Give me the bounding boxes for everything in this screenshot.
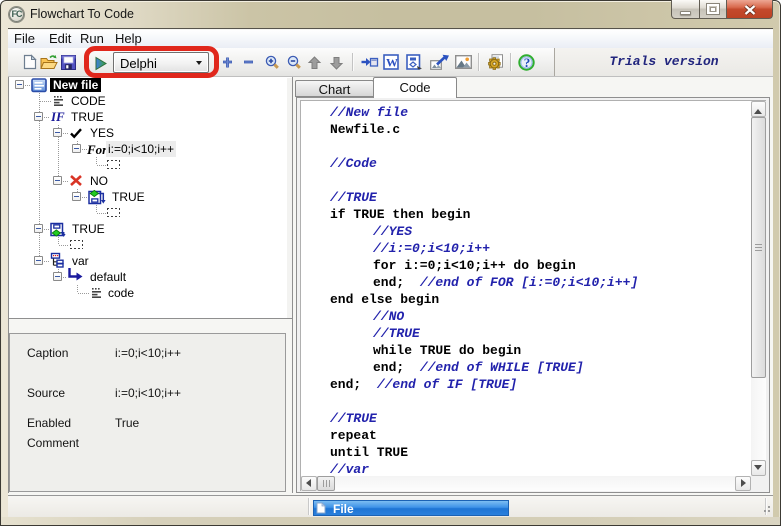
svg-text:?: ? [524, 55, 531, 70]
svg-text:W: W [386, 56, 398, 70]
